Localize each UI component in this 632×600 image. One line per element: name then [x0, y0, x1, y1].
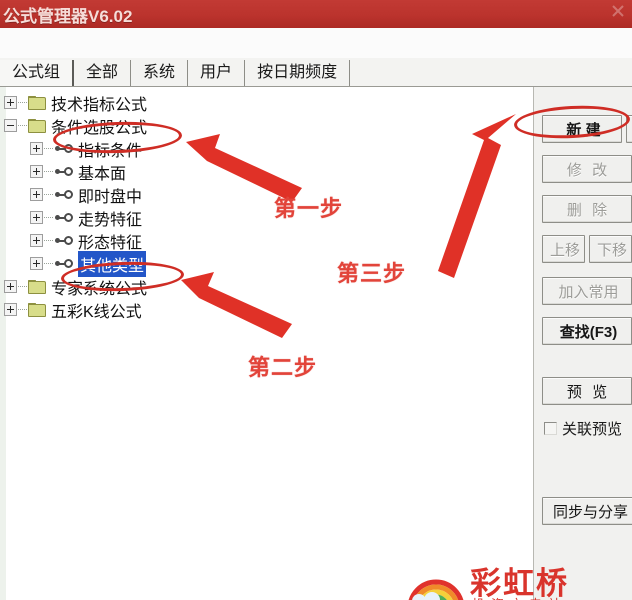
window-body: 公式组 全部 系统 用户 按日期频度 技术指标公式 条件选股公式 指标条件 基本… — [0, 28, 632, 600]
tab-all[interactable]: 全部 — [74, 60, 132, 86]
key-icon — [54, 189, 74, 201]
expander-plus-icon[interactable] — [30, 188, 43, 201]
find-button[interactable]: 查找(F3) — [542, 317, 632, 345]
folder-icon — [28, 279, 46, 294]
tree-connector — [44, 239, 53, 242]
arrow-icon-step-3 — [438, 114, 516, 278]
tree-node-label: 五彩K线公式 — [51, 303, 142, 321]
annotation-step-2: 第二步 — [248, 355, 318, 380]
tree-connector — [44, 193, 53, 196]
tree-node-label: 形态特征 — [78, 234, 143, 252]
key-icon — [54, 166, 74, 178]
expander-plus-icon[interactable] — [30, 257, 43, 270]
expander-plus-icon[interactable] — [4, 96, 17, 109]
tree-node-label: 即时盘中 — [78, 188, 143, 206]
toolbar-gap — [0, 28, 632, 58]
tree-connector — [18, 285, 27, 288]
tab-by-date-frequency[interactable]: 按日期频度 — [245, 60, 351, 86]
expander-plus-icon[interactable] — [4, 280, 17, 293]
folder-icon — [28, 118, 46, 133]
key-icon — [54, 212, 74, 224]
key-icon — [54, 235, 74, 247]
add-to-favorites-button[interactable]: 加入常用 — [542, 277, 632, 305]
preview-button[interactable]: 预 览 — [542, 377, 632, 405]
tab-system[interactable]: 系统 — [131, 60, 189, 86]
tree-connector — [44, 147, 53, 150]
action-panel: 新 建 ▼ 修 改 删 除 上移 下移 加入常用 查找(F3) 预 览 关联预览… — [534, 87, 632, 600]
modify-button[interactable]: 修 改 — [542, 155, 632, 183]
move-up-button[interactable]: 上移 — [542, 235, 585, 263]
tree-node-label: 技术指标公式 — [51, 96, 148, 114]
annotation-step-3: 第三步 — [337, 261, 407, 286]
folder-icon — [28, 302, 46, 317]
close-icon[interactable] — [610, 3, 626, 19]
expander-plus-icon[interactable] — [30, 165, 43, 178]
expander-minus-icon[interactable] — [4, 119, 17, 132]
expander-plus-icon[interactable] — [30, 142, 43, 155]
watermark-subtitle: 投资充电站 — [472, 594, 567, 600]
move-down-button[interactable]: 下移 — [589, 235, 632, 263]
expander-plus-icon[interactable] — [4, 303, 17, 316]
sync-and-share-button[interactable]: 同步与分享 — [542, 497, 632, 525]
arrow-icon-step-2 — [181, 272, 292, 338]
tree-connector — [18, 101, 27, 104]
key-icon — [54, 258, 74, 270]
expander-plus-icon[interactable] — [30, 211, 43, 224]
delete-button[interactable]: 删 除 — [542, 195, 632, 223]
tab-bar: 公式组 全部 系统 用户 按日期频度 — [0, 58, 632, 87]
annotation-step-1: 第一步 — [274, 196, 344, 221]
watermark-logo: 彩虹桥 投资充电站 — [404, 556, 604, 600]
tree-connector — [44, 262, 53, 265]
tree-connector — [44, 216, 53, 219]
checkbox-icon[interactable] — [544, 422, 557, 435]
title-bar: 公式管理器V6.02 — [0, 0, 632, 28]
tab-user[interactable]: 用户 — [188, 60, 246, 86]
formula-manager-window: 公式管理器V6.02 公式组 全部 系统 用户 按日期频度 技术指标公式 条件选… — [0, 0, 632, 600]
tree-connector — [18, 308, 27, 311]
rainbow-cloud-icon — [408, 579, 464, 600]
tree-node-label: 基本面 — [78, 165, 127, 183]
folder-icon — [28, 95, 46, 110]
linked-preview-checkbox-row[interactable]: 关联预览 — [544, 418, 622, 439]
window-title: 公式管理器V6.02 — [3, 7, 133, 26]
linked-preview-label: 关联预览 — [562, 421, 623, 438]
tree-node-label: 走势特征 — [78, 211, 143, 229]
expander-plus-icon[interactable] — [30, 234, 43, 247]
tree-connector — [44, 170, 53, 173]
tree-connector — [18, 124, 27, 127]
tab-formula-group[interactable]: 公式组 — [0, 60, 75, 86]
